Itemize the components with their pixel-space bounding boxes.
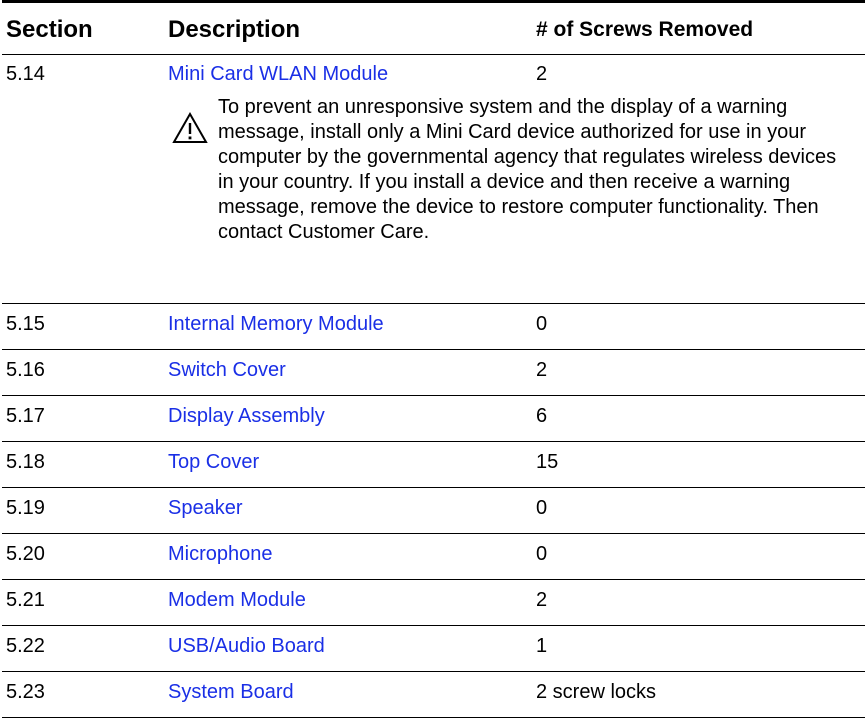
row-section: 5.15 (6, 313, 45, 335)
row-rule (2, 625, 865, 626)
row-rule (2, 395, 865, 396)
row-description-link[interactable]: Modem Module (168, 589, 306, 612)
row-screws: 15 (536, 451, 559, 473)
row-screws: 2 (536, 589, 548, 611)
row-rule (2, 303, 865, 304)
row-section: 5.20 (6, 543, 45, 565)
row-section: 5.17 (6, 405, 45, 427)
row-screws: 6 (536, 405, 548, 427)
row-description-link[interactable]: Top Cover (168, 451, 259, 474)
table-top-rule (2, 0, 865, 3)
row-screws: 0 (536, 543, 548, 565)
row-section: 5.23 (6, 681, 45, 703)
row-rule (2, 441, 865, 442)
row-screws: 2 (536, 359, 548, 381)
row-section: 5.22 (6, 635, 45, 657)
row-description-link[interactable]: Switch Cover (168, 359, 286, 382)
row-rule (2, 671, 865, 672)
row-rule (2, 579, 865, 580)
row-screws: 0 (536, 313, 548, 335)
header-section: Section (6, 16, 93, 43)
header-description: Description (168, 16, 301, 43)
row-description-link[interactable]: Display Assembly (168, 405, 325, 428)
row-rule (2, 349, 865, 350)
row-screws: 1 (536, 635, 548, 657)
row-description-link[interactable]: Mini Card WLAN Module (168, 63, 388, 86)
row-screws: 2 screw locks (536, 681, 657, 703)
header-rule (2, 54, 865, 55)
row-section: 5.21 (6, 589, 45, 611)
row-screws: 2 (536, 63, 548, 85)
row-section: 5.14 (6, 63, 45, 85)
warning-triangle-icon (172, 112, 208, 143)
row-section: 5.16 (6, 359, 45, 381)
row-description-link[interactable]: Speaker (168, 497, 243, 520)
row-description-link[interactable]: System Board (168, 681, 294, 704)
row-description-link[interactable]: Internal Memory Module (168, 313, 384, 336)
row-description-link[interactable]: Microphone (168, 543, 273, 566)
header-screws: # of Screws Removed (536, 18, 754, 41)
row-rule (2, 533, 865, 534)
row-screws: 0 (536, 497, 548, 519)
warning-text: To prevent an unresponsive system and th… (218, 96, 837, 243)
row-rule (2, 487, 865, 488)
row-section: 5.19 (6, 497, 45, 519)
row-description-link[interactable]: USB/Audio Board (168, 635, 325, 658)
row-section: 5.18 (6, 451, 45, 473)
